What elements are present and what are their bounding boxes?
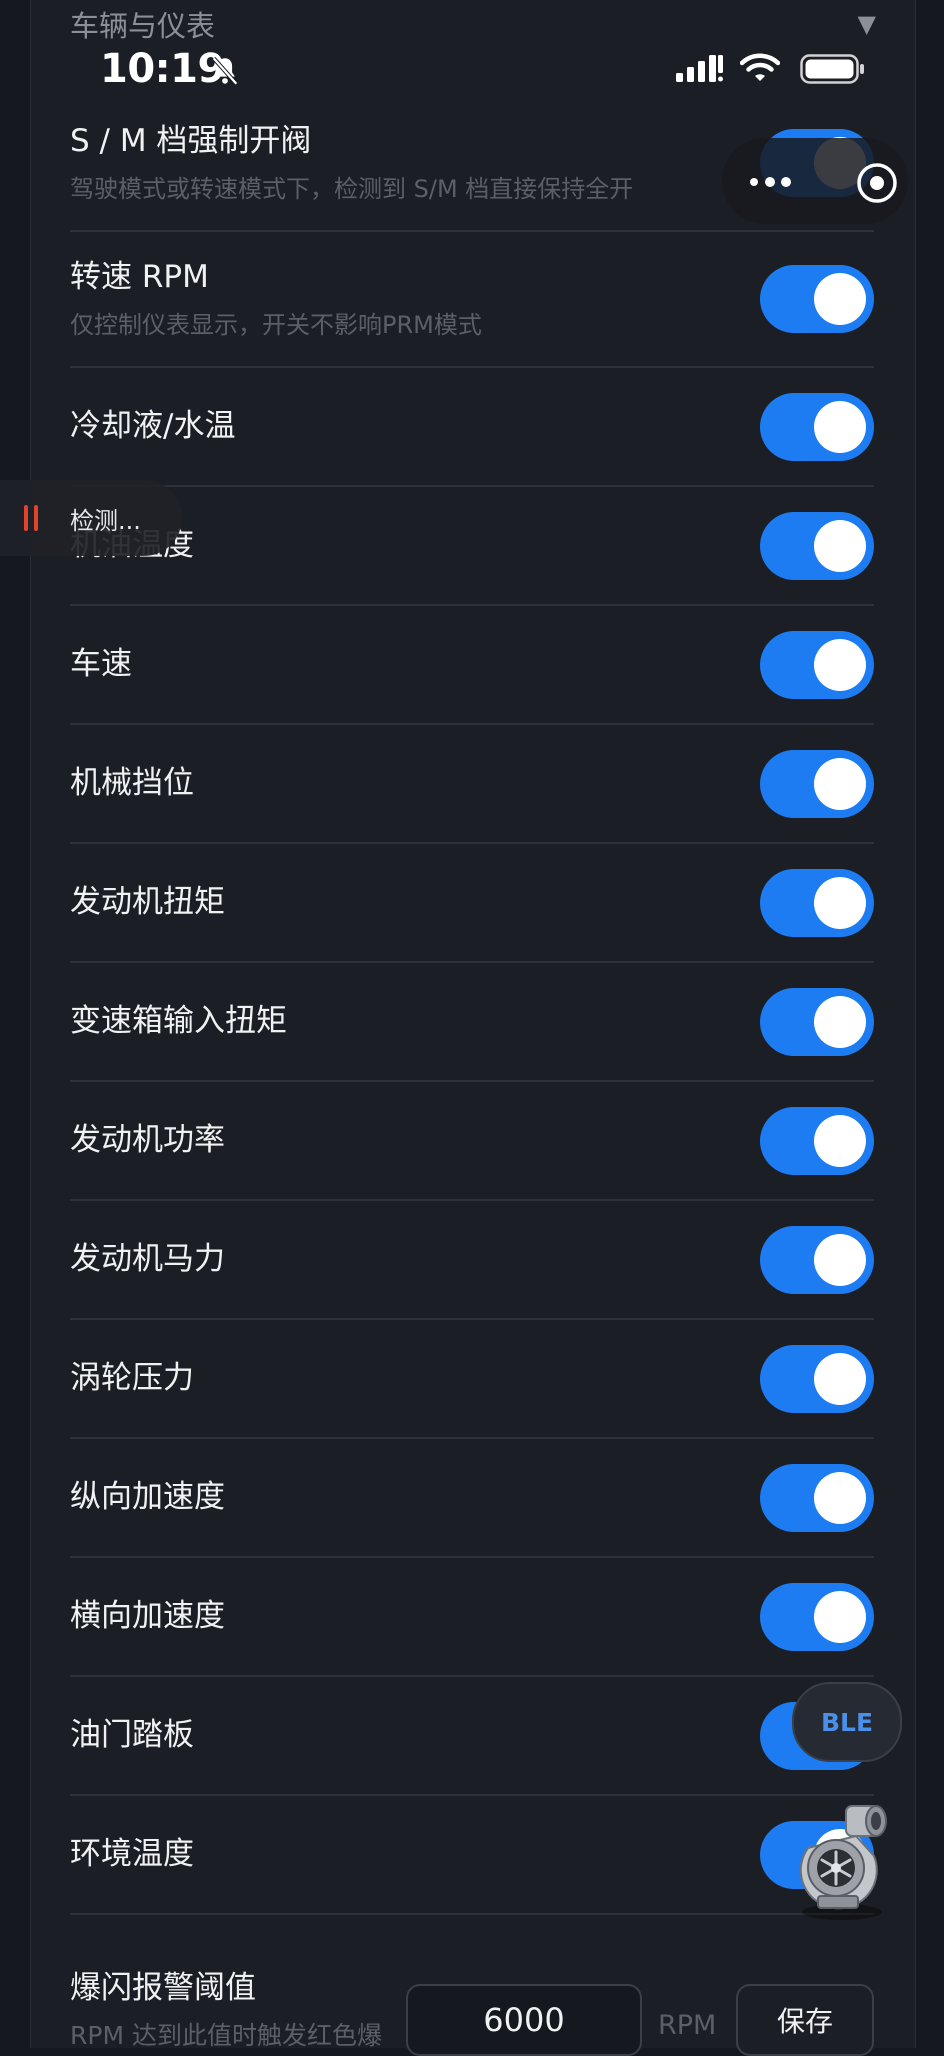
toggle-knob — [814, 1114, 866, 1167]
toggle-row-text: 环境温度 — [70, 1835, 194, 1874]
chevron-down-icon[interactable]: ▼ — [858, 10, 876, 38]
toggle-label: 发动机功率 — [70, 1122, 225, 1159]
detecting-label: 检测... — [70, 506, 141, 535]
toggle-switch[interactable] — [760, 265, 874, 333]
toggle-row-text: S / M 档强制开阀驾驶模式或转速模式下，检测到 S/M 档直接保持全开 — [70, 122, 633, 204]
toggle-row-text: 油门踏板 — [70, 1716, 194, 1755]
flash-alarm-threshold-row: 爆闪报警阈值 RPM 达到此值时触发红色爆 RPM 保存 — [70, 1948, 874, 2056]
toggle-knob — [814, 519, 866, 572]
toggle-switch[interactable] — [760, 630, 874, 699]
toggle-label: 油门踏板 — [70, 1717, 194, 1754]
toggle-switch[interactable] — [760, 511, 874, 580]
toggle-row: 发动机功率 — [70, 1082, 874, 1201]
status-bar: 10:19 — [0, 44, 944, 96]
cellular-signal-icon — [676, 55, 723, 82]
toggle-switch[interactable] — [760, 1463, 874, 1532]
toggle-row-text: 横向加速度 — [70, 1597, 225, 1636]
toggle-knob — [814, 757, 866, 810]
toggle-row: 转速 RPM 仅控制仪表显示，开关不影响PRM模式 — [70, 232, 874, 368]
bell-muted-icon — [212, 56, 238, 86]
toggle-row-text: 变速箱输入扭矩 — [70, 1002, 287, 1041]
toggle-row: 机油温度 — [70, 487, 874, 606]
toggle-description: 驾驶模式或转速模式下，检测到 S/M 档直接保持全开 — [70, 174, 634, 203]
toggle-row: 车速 — [70, 606, 874, 725]
section-title: 车辆与仪表 — [70, 9, 216, 43]
toggle-row: 横向加速度 — [70, 1558, 874, 1677]
toggle-knob — [814, 273, 866, 325]
toggle-row-text: 冷却液/水温 — [70, 407, 235, 446]
toggle-label: 横向加速度 — [70, 1598, 225, 1635]
toggle-label: 纵向加速度 — [70, 1479, 225, 1516]
toggle-label: 环境温度 — [70, 1836, 194, 1873]
toggle-switch[interactable] — [760, 392, 874, 461]
toggle-label: 转速 RPM — [70, 259, 209, 296]
toggle-switch[interactable] — [760, 1582, 874, 1651]
record-ring-icon[interactable] — [856, 162, 898, 204]
toggle-knob — [814, 638, 866, 691]
toggle-row: 涡轮压力 — [70, 1320, 874, 1439]
toggle-switch[interactable] — [760, 868, 874, 937]
toggle-row: 冷却液/水温 — [70, 368, 874, 487]
toggle-knob — [814, 1471, 866, 1524]
toggle-row-text: 发动机功率 — [70, 1121, 225, 1160]
battery-icon — [800, 54, 864, 84]
toggle-knob — [814, 1590, 866, 1643]
ble-button[interactable]: BLE — [792, 1682, 902, 1762]
toggle-label: 发动机马力 — [70, 1241, 225, 1278]
more-dots-icon[interactable] — [748, 174, 796, 190]
status-time: 10:19 — [100, 46, 225, 92]
toggle-switch[interactable] — [760, 987, 874, 1056]
toggle-row-text: 发动机扭矩 — [70, 883, 225, 922]
toggle-knob — [814, 1233, 866, 1286]
detecting-indicator[interactable]: 检测... — [0, 480, 182, 556]
toggle-knob — [814, 995, 866, 1048]
toggle-label: 涡轮压力 — [70, 1360, 194, 1397]
toggle-row: 环境温度 — [70, 1796, 874, 1915]
toggle-row-text: 涡轮压力 — [70, 1359, 194, 1398]
toggle-switch[interactable] — [760, 1344, 874, 1413]
section-header[interactable]: 车辆与仪表 ▼ — [70, 4, 876, 44]
toggle-label: S / M 档强制开阀 — [70, 123, 312, 160]
toggle-row: 纵向加速度 — [70, 1439, 874, 1558]
threshold-label: 爆闪报警阈值 — [70, 1970, 256, 2006]
toggle-row: 机械挡位 — [70, 725, 874, 844]
toggle-row: 发动机扭矩 — [70, 844, 874, 963]
toggle-label: 冷却液/水温 — [70, 408, 236, 445]
toggle-knob — [814, 876, 866, 929]
toggle-row: 发动机马力 — [70, 1201, 874, 1320]
toggle-list: S / M 档强制开阀驾驶模式或转速模式下，检测到 S/M 档直接保持全开转速 … — [70, 96, 874, 1915]
toggle-switch[interactable] — [760, 749, 874, 818]
toggle-row-text: 车速 — [70, 645, 132, 684]
toggle-row-text: 转速 RPM 仅控制仪表显示，开关不影响PRM模式 — [70, 258, 482, 340]
toggle-knob — [814, 400, 866, 453]
toggle-knob — [814, 1352, 866, 1405]
toggle-row: 变速箱输入扭矩 — [70, 963, 874, 1082]
save-button[interactable]: 保存 — [736, 1984, 874, 2056]
toggle-switch[interactable] — [760, 1225, 874, 1294]
turbo-icon[interactable] — [786, 1800, 898, 1924]
rpm-unit-label: RPM — [658, 2010, 717, 2041]
toggle-label: 车速 — [70, 646, 132, 683]
toggle-label: 机械挡位 — [70, 765, 194, 802]
toggle-label: 变速箱输入扭矩 — [70, 1003, 287, 1040]
pause-icon[interactable] — [24, 505, 38, 531]
wifi-icon — [740, 53, 780, 81]
rpm-threshold-input[interactable] — [406, 1984, 642, 2056]
toggle-row: 油门踏板 — [70, 1677, 874, 1796]
toggle-label: 发动机扭矩 — [70, 884, 225, 921]
toggle-row-text: 纵向加速度 — [70, 1478, 225, 1517]
toggle-switch[interactable] — [760, 1106, 874, 1175]
toggle-description: 仅控制仪表显示，开关不影响PRM模式 — [70, 310, 482, 339]
toggle-row-text: 机械挡位 — [70, 764, 194, 803]
threshold-description: RPM 达到此值时触发红色爆 — [70, 2021, 382, 2050]
toggle-row-text: 发动机马力 — [70, 1240, 225, 1279]
